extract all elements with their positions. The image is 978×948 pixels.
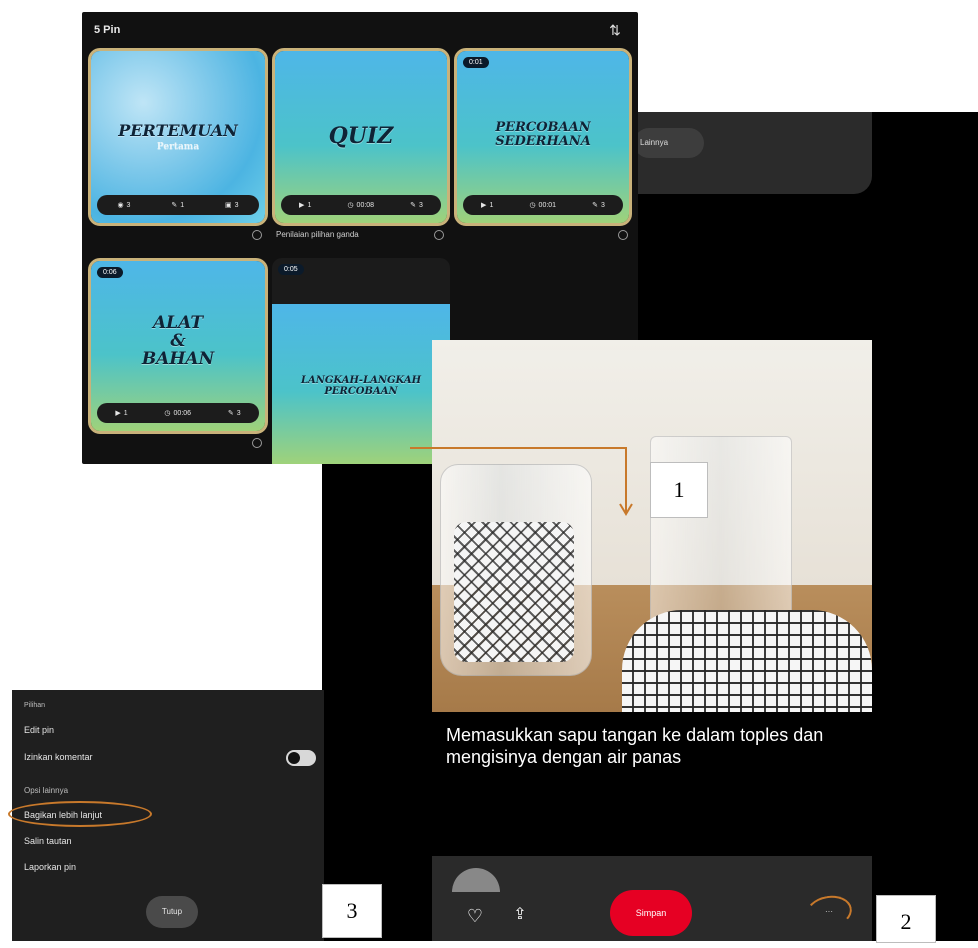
share-icon[interactable]: ⇪ bbox=[510, 904, 530, 926]
stat-reactions: ✎ 3 bbox=[227, 409, 241, 418]
option-allow-comments[interactable]: Izinkan komentar bbox=[24, 752, 93, 762]
pin-duration-badge: 0:05 bbox=[278, 264, 304, 275]
pin-caption: LANGKAH-LANGKAH PERCOBAAN bbox=[300, 375, 422, 397]
pin-card[interactable]: 0:06 ALAT & BAHAN ▶ 1 ◷ 00:06 ✎ 3 bbox=[88, 258, 268, 434]
pin-meta-text: Penilaian pilihan ganda bbox=[276, 230, 359, 239]
pin-card[interactable]: 0:01 PERCOBAAN SEDERHANA ▶ 1 ◷ 00:01 ✎ 3 bbox=[454, 48, 632, 226]
pin-subcaption: Pertama bbox=[156, 142, 200, 152]
pin-stats-bar: ▶ 1 ◷ 00:06 ✎ 3 bbox=[97, 403, 259, 423]
pin-caption: PERCOBAAN SEDERHANA bbox=[495, 120, 591, 149]
pin-more-icon[interactable] bbox=[434, 230, 444, 240]
eye-icon: ◉ bbox=[117, 202, 124, 209]
stat-plays: ▶ 1 bbox=[481, 201, 494, 210]
save-icon: ▣ bbox=[225, 202, 232, 209]
play-icon: ▶ bbox=[115, 410, 121, 417]
play-icon: ▶ bbox=[299, 202, 305, 209]
pin-caption: PERTEMUAN bbox=[118, 121, 238, 140]
options-header: Pilihan bbox=[24, 702, 46, 709]
close-button[interactable]: Tutup bbox=[146, 896, 198, 928]
pin-stats-bar: ◉ 3 ✎ 1 ▣ 3 bbox=[97, 195, 259, 215]
heart-icon[interactable]: ♡ bbox=[464, 906, 486, 926]
stat-reactions: ✎ 1 bbox=[171, 201, 185, 210]
annotation-circle-option bbox=[8, 801, 152, 827]
stat-duration: ◷ 00:06 bbox=[164, 409, 192, 418]
callout-number-2: 2 bbox=[876, 895, 936, 943]
pins-count-title: 5 Pin bbox=[94, 24, 121, 36]
pins-header: 5 Pin ⇅ bbox=[82, 12, 638, 46]
option-report-pin[interactable]: Laporkan pin bbox=[24, 862, 76, 872]
pin-photo bbox=[432, 340, 872, 712]
thumb-icon: ✎ bbox=[592, 202, 599, 209]
pin-card[interactable]: QUIZ ▶ 1 ◷ 00:08 ✎ 3 bbox=[272, 48, 450, 226]
callout-number-1: 1 bbox=[650, 462, 708, 518]
pin-more-icon[interactable] bbox=[252, 438, 262, 448]
thumb-icon: ✎ bbox=[171, 202, 178, 209]
stat-reactions: ✎ 3 bbox=[410, 201, 423, 210]
pin-more-icon[interactable] bbox=[618, 230, 628, 240]
clock-icon: ◷ bbox=[529, 202, 536, 209]
option-copy-link[interactable]: Salin tautan bbox=[24, 836, 72, 846]
stat-duration: ◷ 00:01 bbox=[529, 201, 557, 210]
stat-duration: ◷ 00:08 bbox=[347, 201, 375, 210]
save-button[interactable]: Simpan bbox=[610, 890, 692, 936]
sort-icon[interactable]: ⇅ bbox=[606, 22, 624, 38]
clock-icon: ◷ bbox=[164, 410, 171, 417]
pin-description: Memasukkan sapu tangan ke dalam toples d… bbox=[446, 725, 824, 767]
pin-duration-badge: 0:06 bbox=[97, 267, 123, 278]
play-icon: ▶ bbox=[481, 202, 487, 209]
toggle-knob bbox=[288, 752, 300, 764]
thumb-icon: ✎ bbox=[227, 410, 234, 417]
stat-saves: ▣ 3 bbox=[225, 201, 239, 210]
pin-card[interactable]: PERTEMUAN Pertama ◉ 3 ✎ 1 ▣ 3 bbox=[88, 48, 268, 226]
photo-folded-handkerchief bbox=[622, 610, 872, 712]
pin-more-icon[interactable] bbox=[252, 230, 262, 240]
pin-stats-bar: ▶ 1 ◷ 00:01 ✎ 3 bbox=[463, 195, 623, 215]
pin-card[interactable]: 0:05 LANGKAH-LANGKAH PERCOBAAN bbox=[272, 258, 450, 464]
pin-caption: QUIZ bbox=[328, 123, 394, 149]
photo-handkerchief-in-jar bbox=[454, 522, 574, 662]
callout-number-3: 3 bbox=[322, 884, 382, 938]
pin-stats-bar: ▶ 1 ◷ 00:08 ✎ 3 bbox=[281, 195, 441, 215]
comment-pill[interactable]: Lainnya bbox=[634, 128, 704, 158]
pin-caption: ALAT & BAHAN bbox=[141, 313, 215, 369]
thumb-icon: ✎ bbox=[410, 202, 417, 209]
clock-icon: ◷ bbox=[347, 202, 354, 209]
stat-reactions: ✎ 3 bbox=[592, 201, 605, 210]
option-edit-pin[interactable]: Edit pin bbox=[24, 725, 54, 735]
stat-views: ◉ 3 bbox=[117, 201, 131, 210]
options-section-label: Opsi lainnya bbox=[24, 786, 69, 795]
pin-duration-badge: 0:01 bbox=[463, 57, 489, 68]
stat-plays: ▶ 1 bbox=[299, 201, 312, 210]
stat-plays: ▶ 1 bbox=[115, 409, 128, 418]
